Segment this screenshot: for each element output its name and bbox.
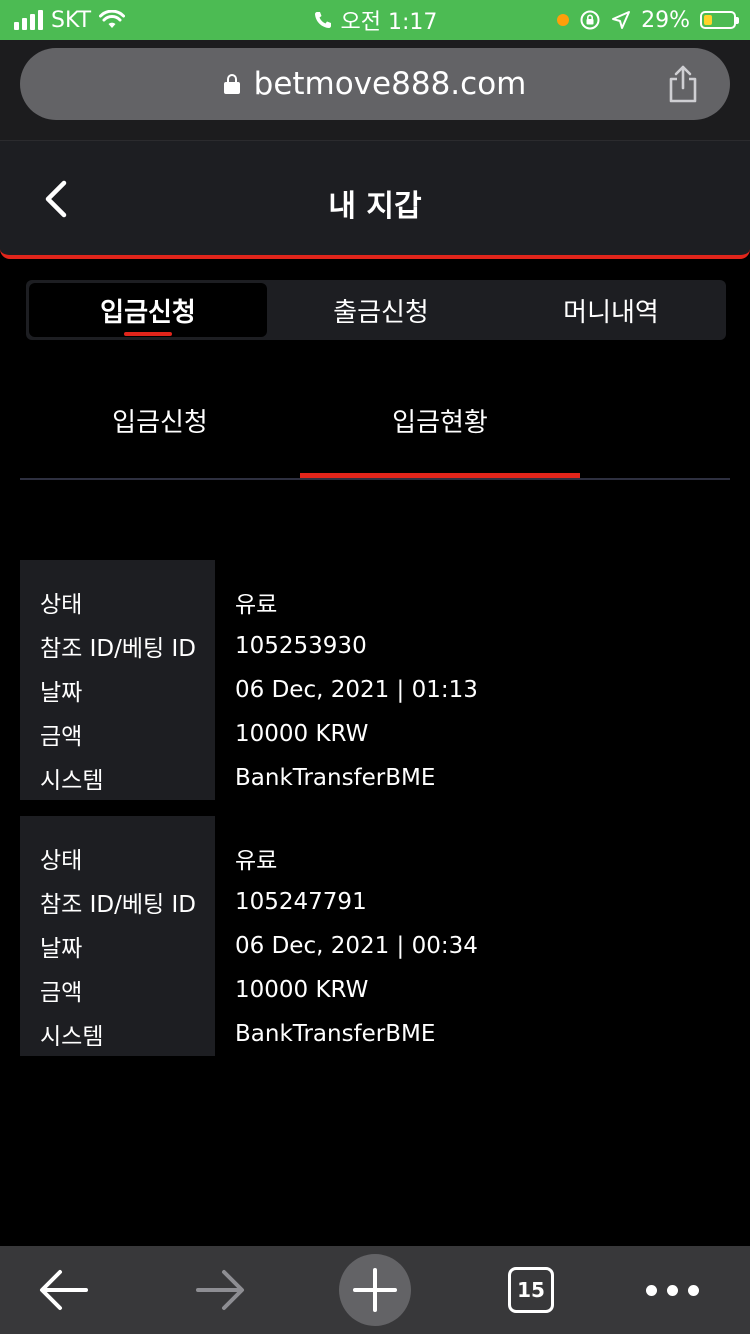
page-title: 내 지갑 — [328, 189, 422, 224]
screen-rotation-lock-icon — [580, 10, 600, 30]
phone-icon — [314, 12, 331, 28]
battery-icon — [700, 11, 739, 29]
deposit-record: 상태 유료 참조 ID/베팅 ID 105247791 날짜 06 Dec, 2… — [20, 816, 730, 1056]
value-ref-id: 105247791 — [235, 889, 367, 915]
sub-tabs: 입금신청 입금현황 — [20, 380, 730, 480]
more-button[interactable] — [630, 1246, 714, 1334]
new-tab-button[interactable] — [337, 1246, 413, 1334]
label-ref-id: 참조 ID/베팅 ID — [40, 636, 196, 662]
active-tab-indicator — [124, 332, 172, 336]
value-amount: 10000 KRW — [235, 721, 369, 747]
main-tabs: 입금신청 출금신청 머니내역 — [26, 280, 726, 340]
tab-withdraw-request[interactable]: 출금신청 — [266, 280, 496, 340]
battery-percent: 29% — [641, 7, 690, 33]
status-left: SKT — [14, 0, 126, 40]
tab-label: 출금신청 — [333, 297, 429, 328]
browser-toolbar: 15 — [0, 1246, 750, 1334]
value-ref-id: 105253930 — [235, 633, 367, 659]
deposit-record: 상태 유료 참조 ID/베팅 ID 105253930 날짜 06 Dec, 2… — [20, 560, 730, 800]
label-status: 상태 — [40, 592, 83, 618]
label-amount: 금액 — [40, 980, 83, 1006]
label-date: 날짜 — [40, 680, 83, 706]
new-tab-plus-icon — [339, 1254, 411, 1326]
subtab-label: 입금현황 — [392, 408, 488, 438]
browser-top-bar: betmove888.com — [0, 40, 750, 141]
orange-dot-icon — [557, 14, 570, 26]
label-system: 시스템 — [40, 1024, 104, 1050]
label-system: 시스템 — [40, 768, 104, 794]
tab-label: 머니내역 — [563, 297, 659, 328]
url-text: betmove888.com — [253, 66, 527, 102]
lock-icon — [223, 74, 240, 94]
tabs-icon: 15 — [508, 1267, 554, 1313]
status-bar: SKT 오전 1:17 29% — [0, 0, 750, 40]
value-system: BankTransferBME — [235, 765, 436, 791]
more-dots-icon — [645, 1284, 699, 1296]
label-ref-id: 참조 ID/베팅 ID — [40, 892, 196, 918]
subtab-deposit-request[interactable]: 입금신청 — [20, 402, 300, 478]
address-bar[interactable]: betmove888.com — [20, 48, 730, 120]
value-date: 06 Dec, 2021 | 00:34 — [235, 933, 478, 959]
location-arrow-icon — [612, 11, 631, 29]
back-arrow-icon — [40, 1270, 88, 1310]
subtab-label: 입금신청 — [112, 408, 208, 438]
value-status: 유료 — [235, 848, 278, 874]
status-right: 29% — [557, 0, 739, 40]
label-status: 상태 — [40, 848, 83, 874]
tabs-button[interactable]: 15 — [500, 1246, 562, 1334]
status-time: 오전 1:17 — [340, 10, 438, 35]
back-button[interactable] — [24, 1246, 104, 1334]
share-icon[interactable] — [666, 64, 700, 104]
battery-fill — [704, 15, 713, 25]
label-amount: 금액 — [40, 724, 83, 750]
value-system: BankTransferBME — [235, 1021, 436, 1047]
carrier-label: SKT — [51, 7, 92, 33]
tabs-count: 15 — [517, 1278, 545, 1302]
forward-button[interactable] — [180, 1246, 260, 1334]
tab-money-history[interactable]: 머니내역 — [496, 280, 726, 340]
wifi-icon — [99, 10, 126, 28]
subtab-deposit-status[interactable]: 입금현황 — [300, 402, 580, 478]
value-amount: 10000 KRW — [235, 977, 369, 1003]
tab-label: 입금신청 — [100, 297, 196, 328]
signal-icon — [14, 10, 43, 30]
tab-deposit-request[interactable]: 입금신청 — [29, 283, 267, 337]
forward-arrow-icon — [196, 1270, 244, 1310]
app-header: 내 지갑 — [0, 141, 750, 259]
label-date: 날짜 — [40, 936, 83, 962]
value-status: 유료 — [235, 592, 278, 618]
value-date: 06 Dec, 2021 | 01:13 — [235, 677, 478, 703]
